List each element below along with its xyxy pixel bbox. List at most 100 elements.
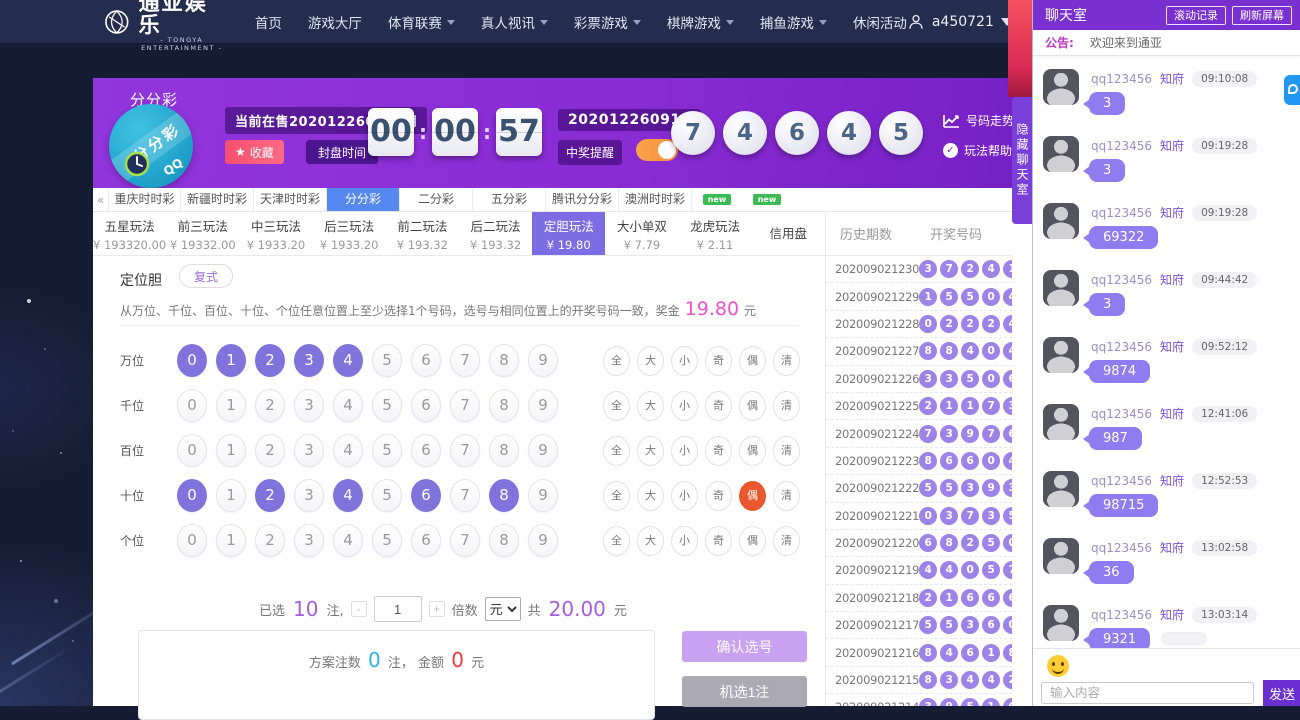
floating-service-button[interactable] [1284,75,1300,105]
quick-button[interactable]: 清 [773,346,800,376]
multiplier-input[interactable] [374,596,422,622]
play-method-9[interactable]: 信用盘 [752,212,825,255]
lottery-tab-0[interactable]: 重庆时时彩 [108,188,181,211]
number-ball[interactable]: 0 [177,434,207,467]
help-link[interactable]: ✓ 玩法帮助 [943,142,1014,159]
number-ball[interactable]: 9 [528,524,558,557]
scroll-indicator[interactable] [1161,632,1207,645]
quick-button[interactable]: 清 [773,481,800,511]
number-ball[interactable]: 5 [372,344,402,377]
number-ball[interactable]: 1 [216,524,246,557]
number-ball[interactable]: 3 [294,389,324,422]
number-ball[interactable]: 6 [411,389,441,422]
quick-button[interactable]: 全 [603,391,630,421]
nav-item-0[interactable]: 首页 [255,12,282,32]
number-ball[interactable]: 7 [450,479,480,512]
number-ball[interactable]: 3 [294,524,324,557]
quick-button[interactable]: 奇 [705,436,732,466]
number-ball[interactable]: 0 [177,524,207,557]
number-ball[interactable]: 5 [372,434,402,467]
quick-button[interactable]: 偶 [739,391,766,421]
number-ball[interactable]: 7 [450,524,480,557]
trend-link[interactable]: 号码走势 [943,112,1014,129]
play-method-1[interactable]: 前三玩法¥ 19332.00 [166,212,239,255]
nav-item-7[interactable]: 休闲活动 [853,12,907,32]
number-ball[interactable]: 6 [411,479,441,512]
number-ball[interactable]: 4 [333,344,363,377]
play-method-8[interactable]: 龙虎玩法¥ 2.11 [679,212,752,255]
number-ball[interactable]: 2 [255,524,285,557]
send-button[interactable]: 发送 [1263,680,1300,706]
number-ball[interactable]: 9 [528,344,558,377]
quick-button[interactable]: 小 [671,526,698,556]
number-ball[interactable]: 2 [255,389,285,422]
quick-button[interactable]: 大 [637,481,664,511]
lottery-tab-1[interactable]: 新疆时时彩 [181,188,254,211]
lottery-tab-3[interactable]: 分分彩 [327,188,400,211]
quick-button[interactable]: 偶 [739,436,766,466]
number-ball[interactable]: 3 [294,434,324,467]
number-ball[interactable]: 0 [177,344,207,377]
hide-chat-tab[interactable]: 隐藏聊天室 [1012,97,1032,224]
quick-button[interactable]: 全 [603,346,630,376]
number-ball[interactable]: 3 [294,479,324,512]
number-ball[interactable]: 2 [255,434,285,467]
emoji-icon[interactable] [1047,655,1069,677]
quick-button[interactable]: 小 [671,436,698,466]
lottery-tab-2[interactable]: 天津时时彩 [254,188,327,211]
quick-button[interactable]: 偶 [739,526,766,556]
number-ball[interactable]: 8 [489,434,519,467]
play-method-2[interactable]: 中三玩法¥ 1933.20 [239,212,312,255]
logo[interactable]: 通亚娱乐 - TONGYA ENTERTAINMENT - [104,0,225,52]
quick-button[interactable]: 小 [671,481,698,511]
lottery-tab-7[interactable]: 澳洲时时彩 [619,188,692,211]
quick-button[interactable]: 大 [637,346,664,376]
number-ball[interactable]: 6 [411,434,441,467]
confirm-selection-button[interactable]: 确认选号 [682,631,807,662]
nav-item-4[interactable]: 彩票游戏 [574,12,641,32]
number-ball[interactable]: 9 [528,434,558,467]
lottery-tab-4[interactable]: 二分彩 [400,188,473,211]
lottery-tab-new-8[interactable]: new [692,188,742,211]
quick-button[interactable]: 清 [773,526,800,556]
mode-pill-button[interactable]: 复式 [179,264,233,288]
quick-button[interactable]: 小 [671,391,698,421]
number-ball[interactable]: 1 [216,479,246,512]
quick-button[interactable]: 清 [773,391,800,421]
number-ball[interactable]: 8 [489,344,519,377]
nav-item-6[interactable]: 捕鱼游戏 [760,12,827,32]
scroll-log-button[interactable]: 滚动记录 [1166,6,1226,25]
number-ball[interactable]: 1 [216,434,246,467]
quick-button[interactable]: 清 [773,436,800,466]
number-ball[interactable]: 7 [450,434,480,467]
random-pick-button[interactable]: 机选1注 [682,676,807,707]
nav-item-3[interactable]: 真人视讯 [481,12,548,32]
number-ball[interactable]: 9 [528,389,558,422]
number-ball[interactable]: 4 [333,479,363,512]
number-ball[interactable]: 8 [489,524,519,557]
promo-ribbon[interactable] [1008,0,1032,97]
number-ball[interactable]: 0 [177,479,207,512]
quick-button[interactable]: 全 [603,436,630,466]
chat-input[interactable] [1041,682,1254,704]
lottery-tab-new-9[interactable]: new [742,188,792,211]
play-method-7[interactable]: 大小单双¥ 7.79 [605,212,678,255]
tabs-prev-arrow[interactable]: « [93,188,108,211]
number-ball[interactable]: 5 [372,524,402,557]
number-ball[interactable]: 4 [333,434,363,467]
quick-button[interactable]: 小 [671,346,698,376]
multiplier-plus-button[interactable]: + [429,601,445,617]
quick-button[interactable]: 偶 [739,481,766,511]
quick-button[interactable]: 奇 [705,346,732,376]
user-menu[interactable]: a450721 [907,13,1013,31]
quick-button[interactable]: 全 [603,481,630,511]
quick-button[interactable]: 全 [603,526,630,556]
lottery-tab-5[interactable]: 五分彩 [473,188,546,211]
number-ball[interactable]: 5 [372,479,402,512]
nav-item-5[interactable]: 棋牌游戏 [667,12,734,32]
number-ball[interactable]: 5 [372,389,402,422]
number-ball[interactable]: 4 [333,389,363,422]
lottery-tab-6[interactable]: 腾讯分分彩 [546,188,619,211]
play-method-0[interactable]: 五星玩法¥ 193320.00 [93,212,166,255]
number-ball[interactable]: 2 [255,479,285,512]
